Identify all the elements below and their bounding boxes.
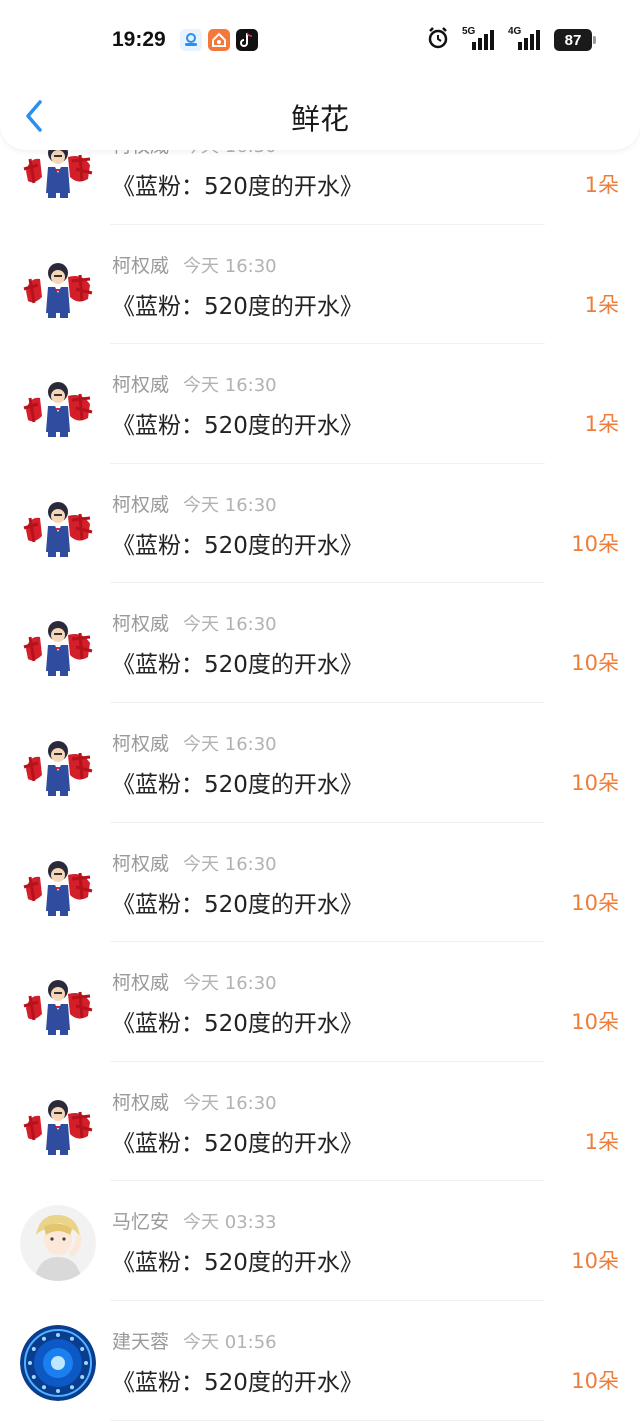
gift-title: 《蓝粉：520度的开水》 xyxy=(112,1130,363,1157)
user-avatar[interactable] xyxy=(20,846,96,923)
gift-title: 《蓝粉：520度的开水》 xyxy=(112,1250,363,1277)
status-time: 19:29 xyxy=(112,28,166,51)
user-avatar[interactable] xyxy=(20,248,96,325)
flower-record-row[interactable]: 马忆安 今天 03:33 《蓝粉：520度的开水》 10朵 xyxy=(0,1181,640,1301)
cloud-app-icon xyxy=(180,29,202,51)
gift-title: 《蓝粉：520度的开水》 xyxy=(112,293,363,320)
status-bar: 19:29 5G 4G 87 xyxy=(0,24,640,58)
gift-title: 《蓝粉：520度的开水》 xyxy=(112,771,363,798)
flower-count: 10朵 xyxy=(571,1249,619,1274)
gift-title: 《蓝粉：520度的开水》 xyxy=(112,174,363,200)
flower-record-row[interactable]: 建天蓉 今天 01:56 《蓝粉：520度的开水》 10朵 xyxy=(0,1301,640,1421)
user-avatar[interactable] xyxy=(20,966,96,1043)
flower-record-list[interactable]: 柯权威今天 16:30《蓝粉：520度的开水》1朵柯权威今天 16:30《蓝粉：… xyxy=(0,0,640,1422)
record-meta: 柯权威今天 16:30 xyxy=(112,370,277,397)
flower-count: 1朵 xyxy=(584,1129,619,1154)
user-name[interactable]: 柯权威 xyxy=(112,255,169,277)
user-name[interactable]: 柯权威 xyxy=(112,853,169,875)
home-app-icon xyxy=(208,29,230,51)
flower-count: 10朵 xyxy=(571,1368,619,1393)
flower-record-row[interactable]: 柯权威 今天 16:30 《蓝粉：520度的开水》 10朵 xyxy=(0,942,640,1062)
flower-count: 10朵 xyxy=(571,770,619,795)
tiktok-app-icon xyxy=(236,29,258,51)
user-name[interactable]: 柯权威 xyxy=(112,733,169,755)
user-avatar[interactable] xyxy=(20,1085,96,1162)
record-time: 今天 16:30 xyxy=(183,853,277,875)
page-title: 鲜花 xyxy=(290,102,349,136)
user-avatar[interactable] xyxy=(20,607,96,684)
signal-4g-icon: 4G xyxy=(508,26,542,52)
gift-title: 《蓝粉：520度的开水》 xyxy=(112,413,363,440)
flower-record-row[interactable]: 柯权威 今天 16:30 《蓝粉：520度的开水》 10朵 xyxy=(0,464,640,584)
record-meta: 柯权威今天 16:30 xyxy=(112,849,277,876)
record-time: 今天 16:30 xyxy=(183,494,277,516)
record-time: 今天 16:30 xyxy=(183,733,277,755)
flower-count: 10朵 xyxy=(571,531,619,556)
record-meta: 柯权威今天 16:30 xyxy=(112,490,277,517)
record-time: 今天 16:30 xyxy=(183,973,277,995)
flower-count: 10朵 xyxy=(571,890,619,915)
record-time: 今天 16:30 xyxy=(183,1092,277,1114)
user-name[interactable]: 柯权威 xyxy=(112,1092,169,1114)
user-name[interactable]: 马忆安 xyxy=(112,1211,169,1233)
flower-count: 10朵 xyxy=(571,1010,619,1035)
gift-title: 《蓝粉：520度的开水》 xyxy=(112,1011,363,1038)
record-time: 今天 16:30 xyxy=(183,255,277,277)
gift-title: 《蓝粉：520度的开水》 xyxy=(112,652,363,679)
record-meta: 柯权威今天 16:30 xyxy=(112,1088,277,1115)
record-meta: 柯权威今天 16:30 xyxy=(112,251,277,278)
flower-count: 1朵 xyxy=(584,292,619,317)
battery-icon: 87 xyxy=(554,29,596,51)
flower-count: 1朵 xyxy=(584,412,619,437)
flower-record-row[interactable]: 柯权威 今天 16:30 《蓝粉：520度的开水》 10朵 xyxy=(0,583,640,703)
header: 19:29 5G 4G 87 鲜花 xyxy=(0,0,640,150)
user-avatar[interactable] xyxy=(20,368,96,445)
record-time: 今天 16:30 xyxy=(183,375,277,397)
alarm-icon xyxy=(426,26,450,54)
flower-count: 1朵 xyxy=(584,173,619,197)
row-divider xyxy=(110,1419,545,1421)
record-time: 今天 01:56 xyxy=(183,1331,277,1353)
status-app-icons xyxy=(180,29,258,51)
user-name[interactable]: 柯权威 xyxy=(112,374,169,396)
user-name[interactable]: 柯权威 xyxy=(112,972,169,994)
flower-record-row[interactable]: 柯权威 今天 16:30 《蓝粉：520度的开水》 10朵 xyxy=(0,703,640,823)
flower-count: 10朵 xyxy=(571,651,619,676)
record-meta: 建天蓉 今天 01:56 xyxy=(112,1327,277,1354)
user-avatar[interactable] xyxy=(20,726,96,803)
user-name[interactable]: 建天蓉 xyxy=(112,1331,169,1353)
record-meta: 柯权威今天 16:30 xyxy=(112,729,277,756)
gift-title: 《蓝粉：520度的开水》 xyxy=(112,891,363,918)
signal-5g-icon: 5G xyxy=(462,26,496,52)
status-system-icons: 5G 4G 87 xyxy=(426,26,596,54)
user-avatar[interactable] xyxy=(20,1205,96,1282)
record-time: 今天 03:33 xyxy=(183,1212,277,1234)
gift-title: 《蓝粉：520度的开水》 xyxy=(112,532,363,559)
flower-record-list-inner: 柯权威今天 16:30《蓝粉：520度的开水》1朵柯权威今天 16:30《蓝粉：… xyxy=(0,105,640,1421)
user-avatar[interactable] xyxy=(20,487,96,564)
user-avatar[interactable] xyxy=(20,1324,96,1401)
user-name[interactable]: 柯权威 xyxy=(112,613,169,635)
flower-record-row[interactable]: 柯权威今天 16:30 《蓝粉：520度的开水》 1朵 xyxy=(0,344,640,464)
flower-record-row[interactable]: 柯权威今天 16:30 《蓝粉：520度的开水》 1朵 xyxy=(0,225,640,345)
record-meta: 马忆安 今天 03:33 xyxy=(112,1207,277,1234)
record-time: 今天 16:30 xyxy=(183,614,277,636)
battery-level: 87 xyxy=(564,31,582,49)
gift-title: 《蓝粉：520度的开水》 xyxy=(112,1369,363,1396)
flower-record-row[interactable]: 柯权威今天 16:30 《蓝粉：520度的开水》 1朵 xyxy=(0,1062,640,1182)
record-meta: 柯权威今天 16:30 xyxy=(112,609,277,636)
record-meta: 柯权威今天 16:30 xyxy=(112,968,277,995)
user-name[interactable]: 柯权威 xyxy=(112,494,169,516)
flower-record-row[interactable]: 柯权威 今天 16:30 《蓝粉：520度的开水》 10朵 xyxy=(0,823,640,943)
